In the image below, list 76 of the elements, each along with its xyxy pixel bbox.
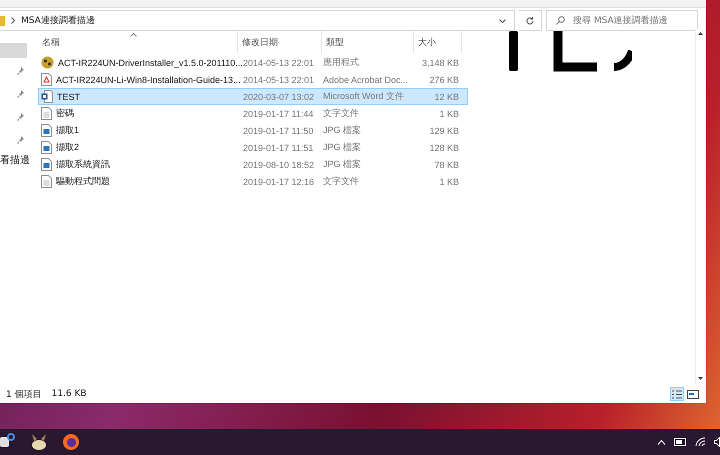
pdf-file-icon (41, 73, 52, 86)
file-row[interactable]: 擷取系統資訊 2019-08-10 18:52 JPG 檔案 78 KB (38, 156, 468, 173)
image-file-icon (41, 158, 52, 171)
battery-icon[interactable] (674, 438, 687, 446)
column-header[interactable]: 名稱 (38, 31, 238, 53)
details-view-button[interactable] (670, 387, 684, 401)
file-name: 密碼 (56, 107, 74, 120)
text-file-icon (41, 175, 52, 188)
file-size: 3,148 KB (420, 58, 460, 68)
file-name: ACT-IR224UN-Li-Win8-Installation-Guide-13... (56, 74, 241, 84)
file-type: JPG 檔案 (323, 124, 362, 137)
preview-view-button[interactable] (686, 387, 700, 401)
file-type: Adobe Acrobat Doc... (323, 74, 410, 84)
file-size: 129 KB (428, 126, 460, 136)
folder-icon (0, 16, 5, 26)
chevron-right-icon (11, 17, 15, 24)
file-name: TEST (57, 92, 80, 102)
file-size: 1 KB (438, 176, 460, 186)
search-field[interactable]: 搜尋 MSA連接調看描邊 (546, 10, 698, 31)
file-row[interactable]: TEST 2020-03-07 13:02 Microsoft Word 文件 12 KB (38, 88, 468, 105)
file-name: 擷取系統資訊 (56, 158, 110, 171)
file-row[interactable]: ACT-IR224UN-DriverInstaller_v1.5.0-201110...2014-05-13 22:01 應用程式 3,148 KB (38, 54, 468, 71)
file-name: 擷取2 (56, 141, 80, 154)
file-type: JPG 檔案 (323, 158, 362, 171)
breadcrumb-path[interactable]: MSA連接調看描邊 (21, 14, 95, 27)
modified-date: 2019-01-17 11:50 (242, 126, 314, 136)
text-file-icon (41, 107, 52, 120)
pin-icon[interactable] (17, 136, 24, 144)
pin-icon[interactable] (17, 113, 24, 121)
pin-icon[interactable] (17, 90, 24, 98)
modified-date: 2019-01-17 11:51 (242, 142, 314, 152)
file-type: 文字文件 (323, 107, 360, 120)
address-bar[interactable]: MSA連接調看描邊 (0, 10, 515, 31)
image-file-icon (41, 141, 52, 154)
modified-date: 2020-03-07 13:02 (242, 92, 316, 102)
column-header[interactable]: 類型 (322, 31, 414, 53)
dropdown-chevron-icon[interactable] (499, 18, 506, 22)
file-type: 文字文件 (323, 175, 360, 188)
file-size: 12 KB (433, 92, 460, 102)
pin-icon[interactable] (17, 67, 24, 75)
file-name: 驅動程式問題 (56, 175, 110, 188)
file-size: 1 KB (438, 108, 460, 118)
file-size: 276 KB (428, 74, 460, 84)
file-type: Microsoft Word 文件 (323, 90, 405, 103)
modified-date: 2019-01-17 12:16 (242, 176, 316, 186)
file-name: ACT-IR224UN-DriverInstaller_v1.5.0-201110... (58, 58, 243, 68)
image-file-icon (41, 124, 52, 137)
file-row[interactable]: 驅動程式問題 2019-01-17 12:16 文字文件 1 KB (38, 173, 468, 190)
file-row[interactable]: ACT-IR224UN-Li-Win8-Installation-Guide-13... 2014-05-13 22:01 Adobe Acrobat Doc... 276 KB (38, 71, 468, 88)
animal-app-icon[interactable] (30, 433, 48, 451)
file-row[interactable]: 擷取2 2019-01-17 11:51 JPG 檔案 128 KB (38, 139, 468, 156)
modified-date: 2014-05-13 22:01 (242, 74, 316, 84)
refresh-icon[interactable] (525, 16, 535, 26)
sidebar-item[interactable]: 看描邊 (0, 153, 30, 167)
selection-size: 11.6 KB (52, 389, 87, 399)
sidebar-highlight (0, 43, 27, 58)
file-type: JPG 檔案 (323, 141, 362, 154)
column-header[interactable]: 修改日期 (238, 31, 322, 53)
file-size: 128 KB (428, 142, 460, 152)
file-row[interactable]: 密碼 2019-01-17 11:44 文字文件 1 KB (38, 105, 468, 122)
word-document-icon (41, 90, 53, 103)
wifi-icon[interactable] (695, 437, 706, 447)
file-type: 應用程式 (323, 56, 360, 69)
item-count: 1 個項目 (6, 388, 42, 400)
column-header[interactable]: 大小 (414, 31, 462, 53)
scissors-app-icon[interactable] (0, 433, 16, 449)
chevron-up-icon[interactable] (657, 439, 666, 445)
firefox-icon[interactable] (62, 433, 80, 451)
file-size: 78 KB (433, 160, 460, 170)
modified-date: 2019-01-17 11:44 (242, 108, 314, 118)
installer-icon (41, 56, 54, 69)
file-row[interactable]: 擷取1 2019-01-17 11:50 JPG 檔案 129 KB (38, 122, 468, 139)
modified-date: 2019-08-10 18:52 (242, 160, 316, 170)
sort-caret-icon (130, 33, 137, 37)
speaker-icon[interactable] (714, 437, 720, 447)
file-name: 擷取1 (56, 124, 80, 137)
